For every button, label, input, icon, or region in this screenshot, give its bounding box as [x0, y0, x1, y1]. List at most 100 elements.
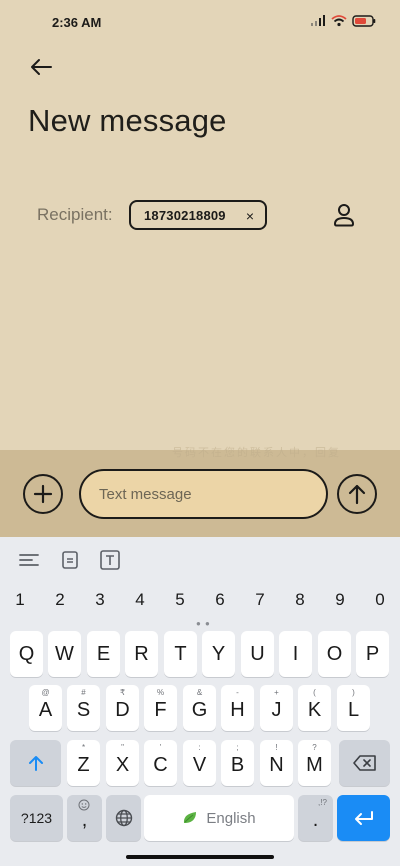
key-z[interactable]: * Z [67, 740, 100, 786]
message-input[interactable]: Text message [79, 469, 328, 519]
key-x-label: X [115, 753, 130, 776]
page-indicator: ● ● [196, 619, 211, 628]
home-indicator[interactable] [126, 855, 274, 859]
key-n[interactable]: ! N [260, 740, 293, 786]
shift-key[interactable] [10, 740, 61, 786]
key-2[interactable]: 2 [45, 590, 75, 610]
key-h-label: H [230, 698, 245, 721]
comma-key[interactable]: , [67, 795, 102, 841]
recipient-number: 18730218809 [144, 207, 226, 223]
clipboard-icon[interactable] [59, 550, 81, 570]
key-a-label: A [38, 698, 53, 721]
key-o[interactable]: O [318, 631, 351, 677]
key-k-alt: ( [313, 688, 316, 697]
key-u[interactable]: U [241, 631, 274, 677]
key-f[interactable]: % F [144, 685, 177, 731]
key-z-alt: * [81, 743, 86, 752]
battery-icon [352, 15, 376, 27]
recipient-chip[interactable]: 18730218809 × [129, 200, 267, 230]
symbols-key[interactable]: ?123 [10, 795, 63, 841]
comma-label: , [81, 808, 88, 831]
keyboard: 1 2 3 4 5 6 7 8 9 0 ● ● Q W E R T Y U I … [0, 537, 400, 866]
key-p[interactable]: P [356, 631, 389, 677]
key-w[interactable]: W [48, 631, 81, 677]
person-icon [333, 204, 355, 227]
leaf-icon [184, 812, 197, 823]
key-t[interactable]: T [164, 631, 197, 677]
key-e[interactable]: E [87, 631, 120, 677]
period-alt: ,!? [318, 798, 327, 807]
key-m[interactable]: ? M [298, 740, 331, 786]
key-c-alt: ' [159, 743, 162, 752]
key-0[interactable]: 0 [365, 590, 395, 610]
pick-contact-button[interactable] [331, 201, 357, 229]
backspace-key[interactable] [339, 740, 390, 786]
key-m-alt: ? [312, 743, 317, 752]
key-z-label: Z [77, 753, 90, 776]
key-j-alt: + [274, 688, 279, 697]
key-l[interactable]: ) L [337, 685, 370, 731]
key-9[interactable]: 9 [325, 590, 355, 610]
key-b[interactable]: ; B [221, 740, 254, 786]
key-d[interactable]: ₹ D [106, 685, 139, 731]
menu-lines-icon[interactable] [18, 550, 40, 570]
key-h[interactable]: -H [221, 685, 254, 731]
key-m-label: M [306, 753, 323, 776]
page-title: New message [28, 103, 227, 138]
key-f-alt: % [156, 688, 165, 697]
status-time: 2:36 AM [52, 15, 102, 30]
key-4[interactable]: 4 [125, 590, 155, 610]
key-k[interactable]: (K [298, 685, 331, 731]
key-5[interactable]: 5 [165, 590, 195, 610]
key-1[interactable]: 1 [5, 590, 35, 610]
faded-hint-text: 号码不在您的联系人中，回复 [172, 447, 341, 459]
attach-button[interactable] [23, 474, 63, 514]
recipient-label: Recipient: [37, 205, 113, 224]
enter-key[interactable] [337, 795, 390, 841]
key-g[interactable]: & G [183, 685, 216, 731]
key-l-label: L [347, 698, 360, 721]
space-key[interactable]: English [144, 795, 294, 841]
key-y[interactable]: Y [202, 631, 235, 677]
key-l-alt: ) [352, 688, 355, 697]
key-a-alt: @ [41, 688, 50, 697]
key-8[interactable]: 8 [285, 590, 315, 610]
key-j[interactable]: + J [260, 685, 293, 731]
key-v[interactable]: :V [183, 740, 216, 786]
key-s-label: S [76, 698, 91, 721]
key-v-alt: : [198, 743, 201, 752]
back-arrow-icon [31, 59, 52, 75]
key-d-alt: ₹ [119, 688, 126, 697]
send-button[interactable] [337, 474, 377, 514]
key-3[interactable]: 3 [85, 590, 115, 610]
key-n-alt: ! [275, 743, 278, 752]
key-k-label: K [307, 698, 322, 721]
back-button[interactable] [26, 54, 56, 80]
remove-recipient-button[interactable]: × [246, 208, 254, 224]
key-n-label: N [269, 753, 284, 776]
key-i[interactable]: I [279, 631, 312, 677]
key-r[interactable]: R [125, 631, 158, 677]
key-j-label: J [271, 698, 282, 721]
shift-arrow-icon [28, 756, 43, 771]
key-x-alt: " [121, 743, 124, 752]
wifi-icon [331, 15, 347, 27]
key-q[interactable]: Q [10, 631, 43, 677]
key-7[interactable]: 7 [245, 590, 275, 610]
period-key[interactable]: ,!? . [298, 795, 333, 841]
language-key[interactable] [106, 795, 141, 841]
globe-icon [115, 809, 132, 827]
key-b-alt: ; [236, 743, 239, 752]
key-a[interactable]: @ A [29, 685, 62, 731]
key-h-alt: - [236, 688, 239, 697]
key-b-label: B [230, 753, 245, 776]
text-format-icon[interactable] [99, 550, 121, 570]
key-c[interactable]: ' C [144, 740, 177, 786]
key-g-label: G [191, 698, 208, 721]
key-6[interactable]: 6 [205, 590, 235, 610]
plus-icon [33, 484, 53, 504]
key-x[interactable]: " X [106, 740, 139, 786]
key-s[interactable]: # S [67, 685, 100, 731]
key-d-label: D [115, 698, 130, 721]
backspace-icon [352, 755, 376, 771]
